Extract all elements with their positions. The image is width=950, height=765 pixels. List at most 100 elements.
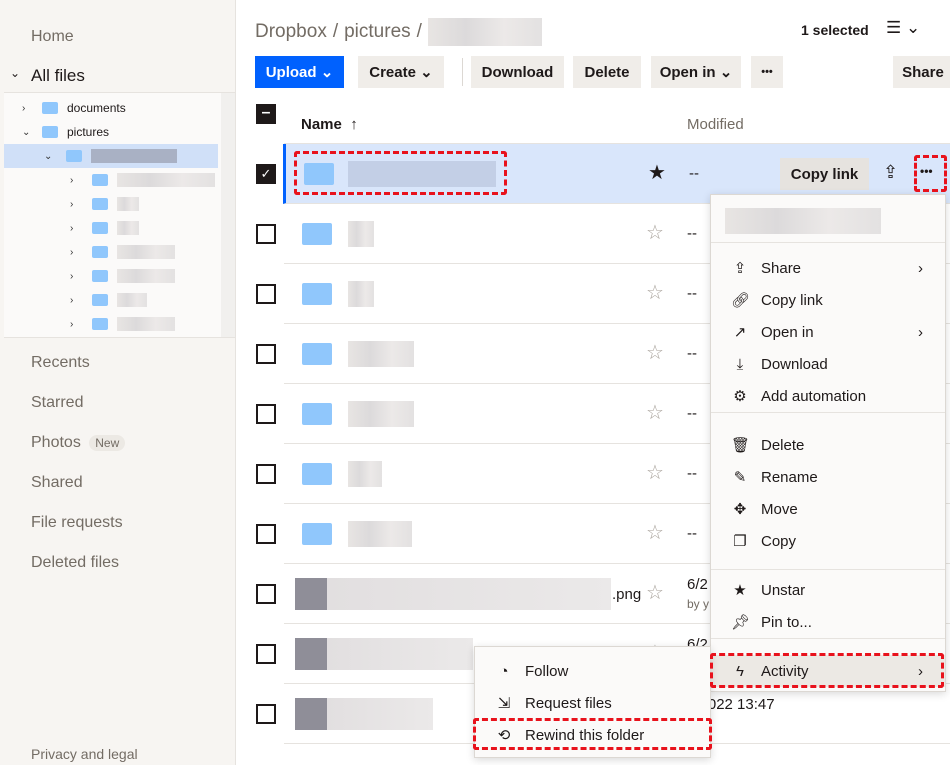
- tree-item[interactable]: ›: [4, 312, 218, 336]
- nav-item[interactable]: Starred: [31, 394, 83, 412]
- tree-item[interactable]: ›: [4, 288, 218, 312]
- submenu-item-rss[interactable]: ◔ Follow: [475, 655, 710, 687]
- star-icon[interactable]: ☆: [646, 340, 664, 365]
- modified-date: --: [689, 165, 699, 182]
- delete-button[interactable]: Delete: [573, 56, 641, 88]
- modified-column-header[interactable]: Modified: [687, 116, 744, 133]
- row-checkbox[interactable]: [256, 644, 276, 664]
- chevron-down-icon[interactable]: ⌄: [10, 66, 20, 80]
- redacted-name: [348, 461, 382, 487]
- name-column-header[interactable]: Name ↑: [301, 116, 358, 133]
- tree-scrollbar[interactable]: [221, 93, 235, 337]
- star-icon[interactable]: ☆: [646, 220, 664, 245]
- view-options-icon[interactable]: ☰ ⌄: [886, 18, 920, 38]
- redacted-name: [348, 401, 414, 427]
- privacy-link[interactable]: Privacy and legal: [31, 746, 138, 762]
- star-icon: ★: [733, 582, 747, 599]
- menu-item-open-in[interactable]: ↗ Open in ›: [711, 316, 945, 348]
- select-all-checkbox[interactable]: –: [256, 104, 276, 124]
- star-icon[interactable]: ☆: [646, 520, 664, 545]
- menu-item-unstar[interactable]: ★ Unstar: [711, 574, 945, 606]
- folder-icon: [92, 174, 108, 186]
- menu-item-add-automation[interactable]: ⚙ Add automation: [711, 380, 945, 412]
- tree-item[interactable]: ›: [4, 216, 218, 240]
- row-checkbox[interactable]: [256, 284, 276, 304]
- tree-item-documents[interactable]: › documents: [4, 96, 218, 120]
- redacted-folder-name: [427, 18, 542, 46]
- sidebar: Home ⌄ All files › documents ⌄ pictures ⌄ …: [0, 0, 236, 765]
- tree-item[interactable]: ›: [4, 192, 218, 216]
- chevron-right-icon: ›: [918, 323, 923, 341]
- submenu-item-request[interactable]: ⇲ Request files: [475, 687, 710, 719]
- redacted-name: [348, 521, 412, 547]
- folder-icon: [42, 126, 58, 138]
- breadcrumb-dropbox[interactable]: Dropbox: [255, 21, 327, 43]
- menu-item-delete[interactable]: 🗑︎ Delete: [711, 429, 945, 461]
- row-checkbox[interactable]: [256, 224, 276, 244]
- row-checkbox[interactable]: ✓: [256, 164, 276, 184]
- file-thumbnail: [295, 578, 611, 610]
- star-filled-icon[interactable]: ★: [648, 160, 666, 185]
- nav-item[interactable]: Recents: [31, 354, 90, 372]
- row-checkbox[interactable]: [256, 464, 276, 484]
- menu-item-move[interactable]: ✥ Move: [711, 493, 945, 525]
- star-icon[interactable]: ☆: [646, 460, 664, 485]
- context-menu: ⇪ Share › 🔗︎ Copy link ↗ Open in › ⤓ Download ⚙ Add…: [710, 194, 946, 692]
- tree-label: documents: [67, 101, 126, 115]
- divider: [711, 638, 945, 639]
- copy-link-button[interactable]: Copy link: [780, 158, 869, 190]
- row-checkbox[interactable]: [256, 584, 276, 604]
- modified-date: --: [687, 405, 697, 422]
- folder-icon: [42, 102, 58, 114]
- new-badge: New: [89, 435, 126, 451]
- nav-all-files[interactable]: All files: [31, 66, 85, 86]
- menu-item-share[interactable]: ⇪ Share ›: [711, 252, 945, 284]
- tree-item-pictures[interactable]: ⌄ pictures: [4, 120, 218, 144]
- folder-icon: [66, 150, 82, 162]
- modified-date: --: [687, 225, 697, 242]
- link-icon: 🔗︎: [731, 292, 751, 309]
- nav-item[interactable]: Deleted files: [31, 554, 119, 572]
- tree-item[interactable]: ›: [4, 168, 218, 192]
- menu-item-rename[interactable]: ✎ Rename: [711, 461, 945, 493]
- nav-item[interactable]: Shared: [31, 474, 83, 492]
- tree-item-selected[interactable]: ⌄: [4, 144, 218, 168]
- breadcrumb-pictures[interactable]: pictures: [344, 21, 411, 43]
- folder-icon: [302, 343, 332, 365]
- star-icon[interactable]: ☆: [646, 580, 664, 605]
- share-icon[interactable]: ⇪: [883, 162, 898, 183]
- chevron-down-icon: ⌄: [44, 150, 53, 162]
- share-button[interactable]: Share: [893, 56, 950, 88]
- tree-item[interactable]: ›: [4, 240, 218, 264]
- more-button[interactable]: •••: [751, 56, 783, 88]
- row-checkbox[interactable]: [256, 704, 276, 724]
- folder-icon: [92, 198, 108, 210]
- redacted-name: [117, 221, 139, 235]
- open-in-button[interactable]: Open in ⌄: [651, 56, 741, 88]
- row-checkbox[interactable]: [256, 404, 276, 424]
- redacted-folder-name: [725, 208, 881, 234]
- nav-item[interactable]: Photos New: [31, 434, 126, 452]
- star-icon[interactable]: ☆: [646, 280, 664, 305]
- redacted-name: [117, 317, 175, 331]
- file-thumbnail: [295, 638, 473, 670]
- tree-item[interactable]: ›: [4, 264, 218, 288]
- menu-item-download[interactable]: ⤓ Download: [711, 348, 945, 380]
- folder-icon: [302, 463, 332, 485]
- upload-button[interactable]: Upload ⌄: [255, 56, 344, 88]
- menu-item-copy-link[interactable]: 🔗︎ Copy link: [711, 284, 945, 316]
- modified-by: by y: [687, 597, 710, 611]
- request-icon: ⇲: [497, 695, 511, 712]
- breadcrumb-sep: /: [416, 21, 422, 42]
- row-checkbox[interactable]: [256, 524, 276, 544]
- download-button[interactable]: Download: [471, 56, 564, 88]
- nav-home[interactable]: Home: [31, 28, 74, 46]
- menu-item-copy[interactable]: ❐ Copy: [711, 525, 945, 557]
- menu-item-pin-to-[interactable]: 📌︎ Pin to...: [711, 606, 945, 638]
- row-checkbox[interactable]: [256, 344, 276, 364]
- chevron-right-icon: ›: [70, 318, 74, 330]
- nav-item[interactable]: File requests: [31, 514, 123, 532]
- chevron-right-icon: ›: [22, 102, 26, 114]
- create-button[interactable]: Create ⌄: [358, 56, 444, 88]
- star-icon[interactable]: ☆: [646, 400, 664, 425]
